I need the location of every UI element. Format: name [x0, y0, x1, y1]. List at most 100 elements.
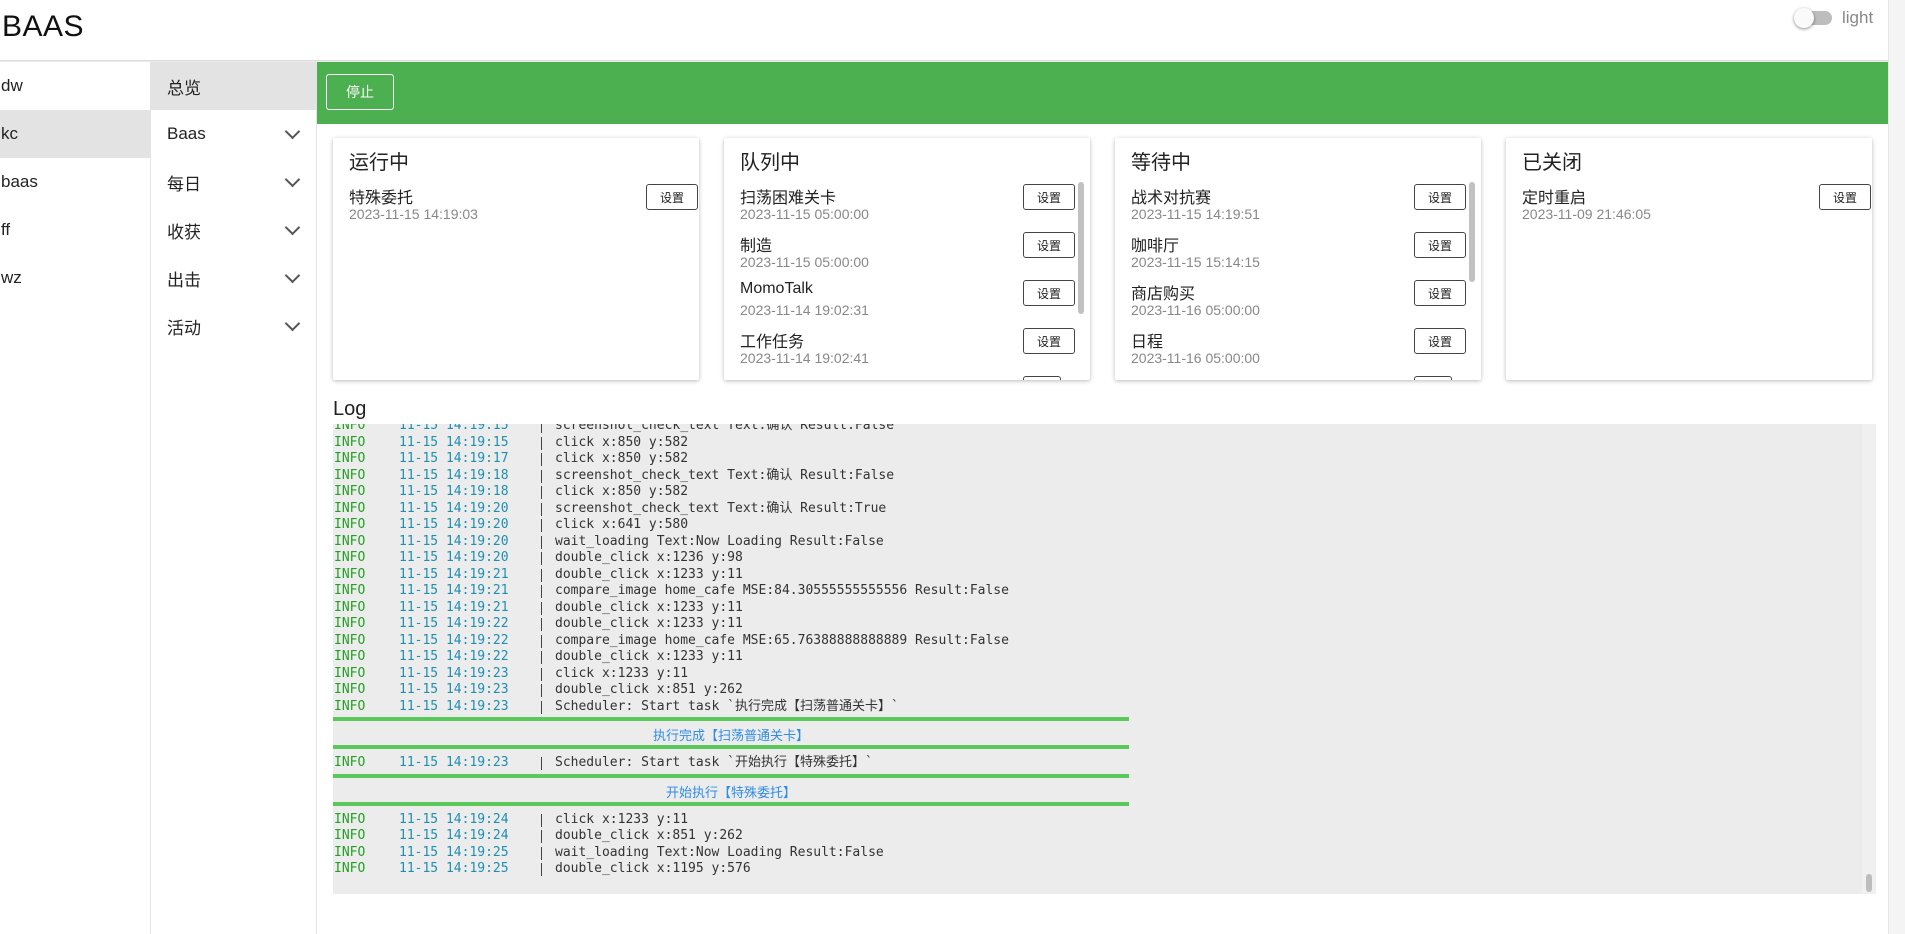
task-name: 日程 [1131, 334, 1164, 351]
menu-item-overview[interactable]: 总览 [151, 62, 316, 110]
panel-title: 等待中 [1131, 152, 1191, 174]
settings-button[interactable]: 设置 [1414, 328, 1466, 354]
settings-button[interactable]: 设置 [1023, 232, 1075, 258]
log-line: INFO 11-15 14:19:23 double_click x:851 y:2… [333, 682, 1876, 699]
stop-button[interactable]: 停止 [326, 74, 394, 110]
menu-item-event[interactable]: 活动 [151, 302, 316, 350]
log-message: double_click x:1236 y:98 [555, 550, 743, 565]
log-time: 11-15 14:19:23 [399, 755, 509, 770]
settings-button[interactable]: 设置 [1023, 280, 1075, 306]
theme-toggle[interactable]: light [1794, 8, 1874, 28]
task-item: 商店购买 2023-11-16 05:00:00 设置 [1131, 278, 1481, 326]
scrollbar-thumb[interactable] [1866, 874, 1872, 892]
log-level: INFO [334, 550, 366, 565]
log-level: INFO [334, 566, 366, 582]
log-time: 11-15 14:19:18 [399, 467, 509, 483]
app-header: BAAS light [0, 0, 1888, 60]
log-level: INFO [334, 451, 366, 466]
scrollbar-thumb[interactable] [1469, 182, 1475, 282]
task-time: 2023-11-15 05:00:00 [740, 254, 869, 270]
log-line: INFO 11-15 14:19:21 double_click x:1233 y:… [333, 567, 1876, 584]
log-separator [541, 618, 542, 631]
settings-button[interactable]: 设置 [1414, 232, 1466, 258]
log-scrollbar[interactable] [1862, 424, 1876, 894]
settings-button[interactable]: 设置 [1414, 280, 1466, 306]
log-message: click x:850 y:582 [555, 434, 689, 450]
log-level: INFO [334, 665, 366, 681]
log-level: INFO [334, 811, 366, 827]
scrollbar-thumb[interactable] [1078, 182, 1084, 314]
menu-item-harvest[interactable]: 收获 [151, 206, 316, 254]
log-separator [541, 830, 542, 843]
log-output[interactable]: INFO 11-15 14:19:15 screenshot_check_text … [333, 424, 1876, 894]
panel-title: 队列中 [740, 152, 800, 174]
task-time: 2023-11-15 14:19:03 [349, 206, 478, 222]
banner-divider [333, 801, 1129, 806]
task-list-scrollbar[interactable] [1078, 182, 1086, 380]
config-label: wz [1, 268, 22, 287]
log-level: INFO [334, 828, 366, 843]
chevron-down-icon [284, 123, 301, 139]
settings-button[interactable]: 设置 [1023, 328, 1075, 354]
menu-label: 总览 [167, 78, 201, 98]
task-time: 2023-11-16 05:00:00 [1131, 350, 1260, 366]
log-line: INFO 11-15 14:19:23 Scheduler: Start task … [333, 699, 1876, 716]
nav-menu: 总览 Baas 每日 收获 出击 活动 [151, 62, 317, 934]
task-name: 扫荡困难关卡 [740, 190, 837, 207]
banner-text: 执行完成【扫荡普通关卡】 [652, 728, 809, 743]
config-list: dw kc baas ff wz [0, 62, 151, 934]
settings-button[interactable]: 设置 [1023, 184, 1075, 210]
log-level: INFO [334, 861, 366, 876]
log-time: 11-15 14:19:20 [399, 500, 509, 516]
toggle-switch[interactable] [1794, 8, 1832, 28]
log-message: wait_loading Text:Now Loading Result:Fal… [555, 533, 884, 549]
settings-button[interactable]: 设置 [646, 184, 698, 210]
log-separator [541, 486, 542, 499]
log-separator [541, 863, 542, 876]
settings-button-partial[interactable] [1023, 376, 1061, 380]
control-bar: 停止 [317, 62, 1888, 124]
banner-divider [333, 745, 1129, 749]
task-list: 定时重启 2023-11-09 21:46:05 设置 [1522, 182, 1872, 380]
task-item: 咖啡厅 2023-11-15 15:14:15 设置 [1131, 230, 1481, 278]
chevron-down-icon [284, 267, 301, 283]
log-separator [541, 667, 542, 681]
log-message: compare_image home_cafe MSE:65.763888888… [555, 632, 1009, 648]
log-level: INFO [334, 467, 366, 483]
log-time: 11-15 14:19:25 [399, 861, 509, 876]
menu-label: Baas [167, 124, 206, 143]
log-title: Log [333, 398, 367, 420]
config-item[interactable]: ff [0, 206, 150, 254]
log-separator [541, 469, 542, 483]
settings-button[interactable]: 设置 [1819, 184, 1871, 210]
log-line: INFO 11-15 14:19:15 click x:850 y:582 [333, 435, 1876, 452]
chevron-down-icon [284, 219, 301, 235]
log-separator [541, 424, 542, 433]
log-line: INFO 11-15 14:19:24 double_click x:851 y:2… [333, 828, 1876, 845]
config-item[interactable]: kc [0, 110, 150, 158]
task-list-scrollbar[interactable] [1469, 182, 1477, 380]
config-item[interactable]: dw [0, 62, 150, 110]
log-separator [541, 634, 542, 648]
config-item[interactable]: wz [0, 254, 150, 302]
log-separator [541, 502, 542, 516]
log-message: click x:850 y:582 [555, 484, 689, 499]
task-list: 战术对抗赛 2023-11-15 14:19:51 设置 咖啡厅 2023-11… [1131, 182, 1481, 380]
settings-button[interactable]: 设置 [1414, 184, 1466, 210]
theme-label: light [1842, 8, 1874, 27]
settings-button-partial[interactable] [1414, 376, 1452, 380]
log-message: double_click x:1233 y:11 [555, 599, 743, 615]
menu-item-daily[interactable]: 每日 [151, 158, 316, 206]
menu-item-baas[interactable]: Baas [151, 110, 316, 158]
task-list: 扫荡困难关卡 2023-11-15 05:00:00 设置 制造 2023-11… [740, 182, 1090, 380]
log-line: INFO 11-15 14:19:20 click x:641 y:580 [333, 517, 1876, 534]
menu-label: 活动 [167, 318, 201, 338]
menu-item-sortie[interactable]: 出击 [151, 254, 316, 302]
log-message: screenshot_check_text Text:确认 Result:Fal… [555, 467, 895, 483]
page-scrollbar[interactable] [1888, 0, 1905, 934]
config-item[interactable]: baas [0, 158, 150, 206]
log-line: INFO 11-15 14:19:15 screenshot_check_text … [333, 424, 1876, 435]
log-separator [541, 684, 542, 697]
log-line: INFO 11-15 14:19:20 double_click x:1236 y:… [333, 550, 1876, 567]
task-time: 2023-11-14 19:02:41 [740, 350, 869, 366]
